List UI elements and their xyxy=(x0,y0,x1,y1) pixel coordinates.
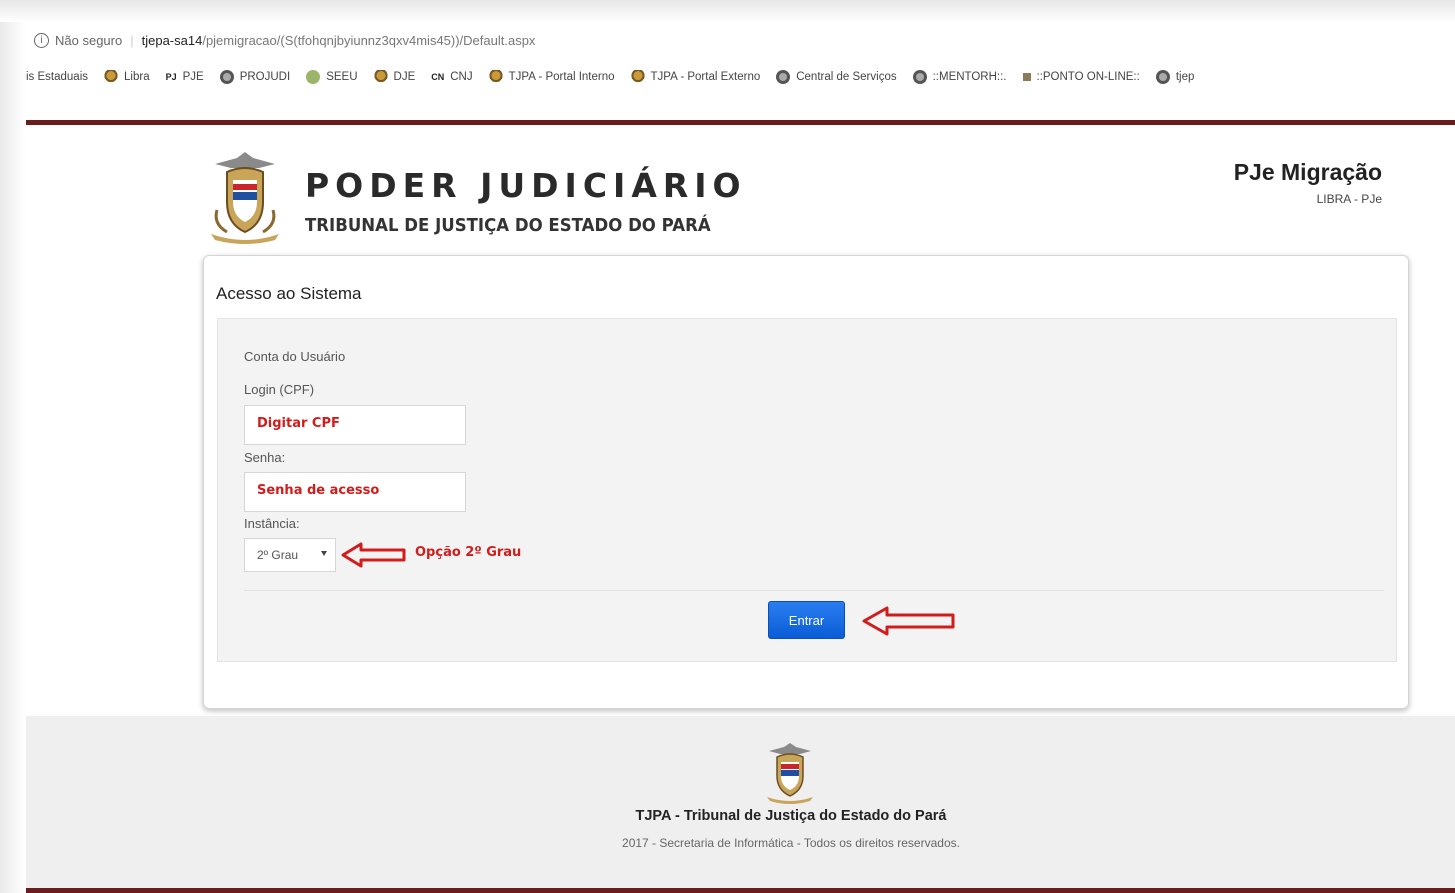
card-title: Acesso ao Sistema xyxy=(216,284,362,303)
crest-icon xyxy=(630,70,645,84)
address-separator: | xyxy=(130,32,134,48)
coat-of-arms-icon xyxy=(211,152,279,244)
globe-icon xyxy=(912,70,927,84)
bookmark-label: tjep xyxy=(1175,71,1195,83)
crest-icon xyxy=(488,70,503,84)
bookmark-cnj[interactable]: CN CNJ xyxy=(431,71,472,83)
bookmarks-bar: is Estaduais Libra PJ PJE PROJUDI SEEU DJ… xyxy=(26,62,1455,92)
bookmark-label: CNJ xyxy=(450,71,473,83)
pje-icon: PJ xyxy=(165,72,177,82)
section-label: Conta do Usuário xyxy=(244,349,346,364)
bookmark-label: Libra xyxy=(124,71,150,83)
bookmark-pje[interactable]: PJ PJE xyxy=(166,71,204,83)
screen-shadow xyxy=(0,0,26,893)
seeu-icon xyxy=(306,70,321,84)
arrow-left-icon xyxy=(862,606,955,636)
bookmark-tjpa-interno[interactable]: TJPA - Portal Interno xyxy=(488,70,615,84)
app-title: PJe Migração xyxy=(1233,159,1382,185)
password-input[interactable]: Senha de acesso xyxy=(244,472,466,512)
bookmark-tjep[interactable]: tjep xyxy=(1155,70,1195,84)
address-bar[interactable]: i Não seguro | tjepa-sa14 /pjemigracao/(… xyxy=(26,26,1455,54)
url-path: /pjemigracao/(S(tfohqnjbyiunnz3qxv4mis45… xyxy=(202,32,536,48)
login-card: Acesso ao Sistema Conta do Usuário Login… xyxy=(203,255,1409,709)
cnj-icon: CN xyxy=(431,72,445,82)
instance-selected-value: 2º Grau xyxy=(257,548,299,562)
app-subtitle: LIBRA - PJe xyxy=(1316,192,1382,206)
bookmark-seeu[interactable]: SEEU xyxy=(306,70,358,84)
bookmark-label: TJPA - Portal Externo xyxy=(650,71,761,83)
bookmark-label: SEEU xyxy=(326,71,358,83)
bookmark-label: ::MENTORH::. xyxy=(932,71,1007,83)
chevron-down-icon xyxy=(321,551,327,556)
bookmark-libra[interactable]: Libra xyxy=(104,70,150,84)
globe-icon xyxy=(219,70,234,84)
bookmark-label: is Estaduais xyxy=(26,71,89,83)
screen-shadow-top xyxy=(0,0,1455,22)
bookmark-label: DJE xyxy=(393,71,416,83)
login-label: Login (CPF) xyxy=(244,382,315,397)
enter-button[interactable]: Entrar xyxy=(768,601,845,639)
bookmark-tjpa-externo[interactable]: TJPA - Portal Externo xyxy=(630,70,761,84)
footer-title: TJPA - Tribunal de Justiça do Estado do … xyxy=(635,808,947,824)
brand-subtitle: TRIBUNAL DE JUSTIÇA DO ESTADO DO PARÁ xyxy=(305,215,711,236)
instance-select[interactable]: 2º Grau xyxy=(244,538,336,572)
coat-of-arms-icon xyxy=(767,743,813,804)
bookmark-label: ::PONTO ON-LINE:: xyxy=(1036,71,1140,83)
bookmark-projudi[interactable]: PROJUDI xyxy=(219,70,291,84)
bookmark-label: Central de Serviços xyxy=(796,71,897,83)
bookmark-icon xyxy=(1022,73,1031,81)
info-icon[interactable]: i xyxy=(34,32,49,48)
arrow-left-icon xyxy=(341,542,406,568)
bookmark-dje[interactable]: DJE xyxy=(373,70,416,84)
screenshot: i Não seguro | tjepa-sa14 /pjemigracao/(… xyxy=(0,0,1455,893)
footer-copyright: 2017 - Secretaria de Informática - Todos… xyxy=(622,836,960,850)
instance-label: Instância: xyxy=(244,516,300,531)
cpf-input[interactable]: Digitar CPF xyxy=(244,405,466,445)
instance-annotation: Opção 2º Grau xyxy=(415,545,522,560)
bookmark-label: PJE xyxy=(182,71,204,83)
header-top-bar xyxy=(26,120,1455,125)
crest-icon xyxy=(104,70,119,84)
security-label: Não seguro xyxy=(55,32,123,48)
password-label: Senha: xyxy=(244,450,286,465)
bookmark-estaduais[interactable]: is Estaduais xyxy=(26,71,88,83)
bookmark-label: PROJUDI xyxy=(239,71,291,83)
footer xyxy=(26,716,1455,888)
globe-icon xyxy=(1155,70,1170,84)
bookmark-mentorh[interactable]: ::MENTORH::. xyxy=(912,70,1007,84)
crest-icon xyxy=(373,70,388,84)
login-panel: Conta do Usuário Login (CPF) Digitar CPF… xyxy=(217,318,1397,662)
brand-title: PODER JUDICIÁRIO xyxy=(305,166,747,205)
bookmark-ponto-online[interactable]: ::PONTO ON-LINE:: xyxy=(1022,71,1140,83)
bookmark-central-servicos[interactable]: Central de Serviços xyxy=(776,70,897,84)
form-divider xyxy=(244,590,1384,591)
globe-icon xyxy=(776,70,791,84)
bookmark-label: TJPA - Portal Interno xyxy=(508,71,615,83)
url-host: tjepa-sa14 xyxy=(141,32,203,48)
footer-bottom-bar xyxy=(26,888,1455,893)
